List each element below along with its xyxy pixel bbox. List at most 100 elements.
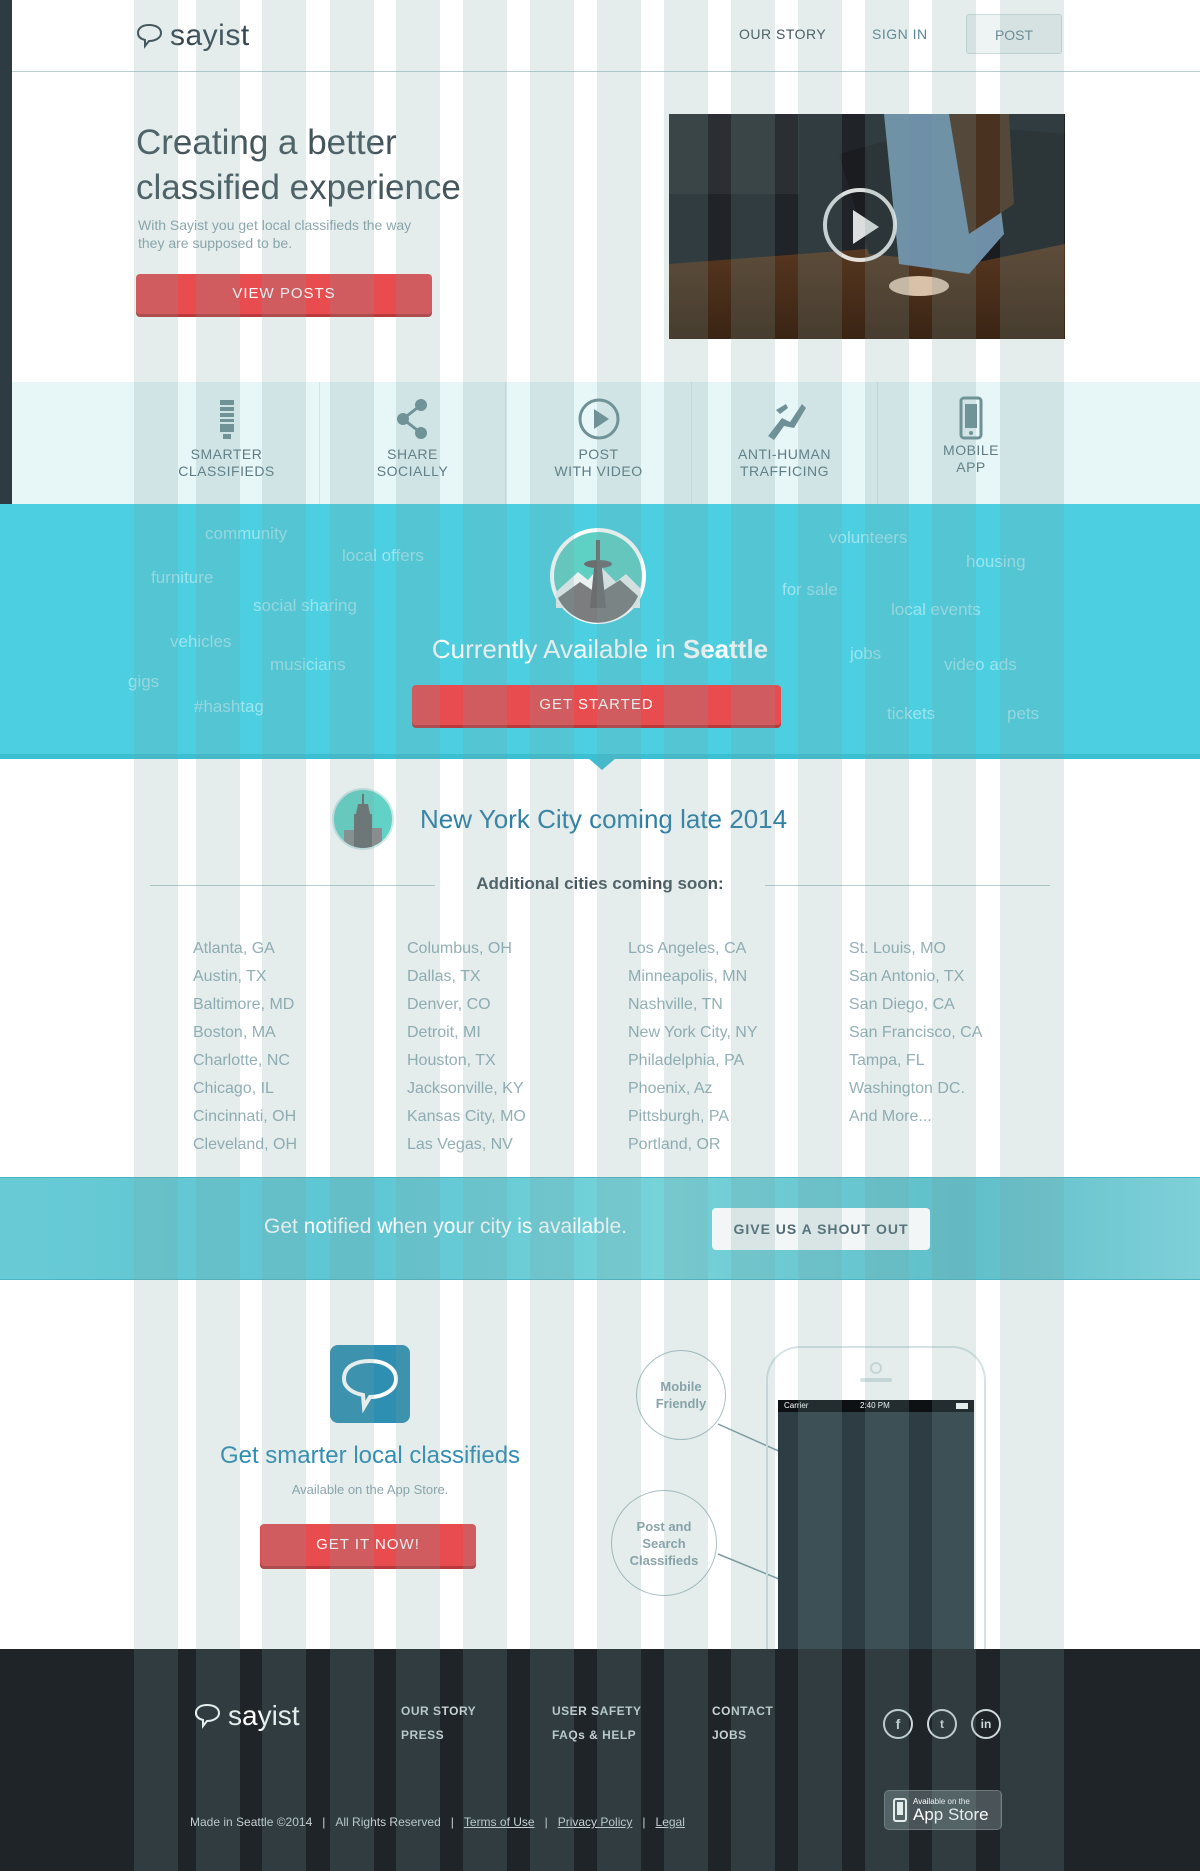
city-item: San Diego, CA xyxy=(849,996,955,1013)
speech-bubble-icon xyxy=(194,1703,221,1729)
feature-label-line1: POST xyxy=(578,446,619,462)
divider-right xyxy=(765,885,1050,886)
hero-subtitle-line1: With Sayist you get local classifieds th… xyxy=(138,217,412,233)
get-started-button[interactable]: GET STARTED xyxy=(412,685,781,725)
footer-link-user-safety[interactable]: USER SAFETY xyxy=(552,1704,642,1718)
city-item: Cleveland, OH xyxy=(193,1136,298,1153)
footer-link-contact[interactable]: CONTACT xyxy=(712,1704,773,1718)
city-item: Boston, MA xyxy=(193,1024,276,1041)
tag-word: tickets xyxy=(887,704,936,723)
shout-out-button[interactable]: GIVE US A SHOUT OUT xyxy=(712,1208,930,1250)
footer-legal: Made in Seattle ©2014 | All Rights Reserve… xyxy=(190,1815,685,1829)
appstore-big-text: App Store xyxy=(913,1804,989,1824)
tag-word: #hashtag xyxy=(194,697,264,716)
speech-bubble-icon xyxy=(136,23,163,49)
callout-line: Friendly xyxy=(655,1396,707,1411)
available-prefix: Currently Available in xyxy=(431,634,676,664)
footer xyxy=(0,1649,1200,1871)
feature-share-socially: SHARE SOCIALLY xyxy=(320,382,506,504)
play-icon[interactable] xyxy=(823,188,897,262)
callout-line: Post and xyxy=(636,1518,692,1534)
tag-word: for sale xyxy=(782,580,838,599)
nyc-coming-text: New York City coming late 2014 xyxy=(420,804,788,834)
city-item: Chicago, IL xyxy=(193,1080,274,1097)
linkedin-icon[interactable]: in xyxy=(971,1709,1001,1739)
city-item: Baltimore, MD xyxy=(193,996,295,1013)
brand-logo[interactable]: sayist xyxy=(134,16,250,56)
city-column-2: Columbus, OH Dallas, TX Denver, CO Detro… xyxy=(407,935,526,1159)
grid-overlay-column xyxy=(530,0,574,1871)
city-item: Nashville, TN xyxy=(628,996,723,1013)
tag-word: gigs xyxy=(128,672,160,691)
rights-text: All Rights Reserved xyxy=(335,1815,441,1829)
tag-word: volunteers xyxy=(829,528,908,547)
footer-logo[interactable]: sayist xyxy=(192,1700,300,1732)
tag-word: housing xyxy=(966,552,1026,571)
space-needle-badge xyxy=(550,528,646,624)
tag-word: video ads xyxy=(944,655,1017,674)
phone-status-bar: Carrier 2:40 PM xyxy=(778,1400,974,1412)
callout-post-and-search: Post and Search Classifieds xyxy=(611,1490,717,1596)
footer-link-jobs[interactable]: JOBS xyxy=(712,1728,747,1742)
battery-icon xyxy=(956,1403,968,1409)
feature-label-line2: SOCIALLY xyxy=(376,463,449,479)
speech-bubble-icon xyxy=(341,1358,399,1414)
city-item: Kansas City, MO xyxy=(407,1108,526,1125)
city-item: San Francisco, CA xyxy=(849,1024,983,1041)
tag-word: local offers xyxy=(342,546,424,565)
seattle-band-pointer xyxy=(588,758,616,770)
feature-label-line1: ANTI-HUMAN xyxy=(738,446,831,462)
feature-post-with-video: POST WITH VIDEO xyxy=(506,382,692,504)
empire-state-building-icon xyxy=(344,794,382,848)
feature-label-line2: WITH VIDEO xyxy=(554,463,643,479)
feature-label-line1: SMARTER xyxy=(190,446,263,462)
empire-state-badge xyxy=(332,788,394,850)
city-column-1: Atlanta, GA Austin, TX Baltimore, MD Bos… xyxy=(193,935,297,1159)
city-item: Dallas, TX xyxy=(407,968,481,985)
app-store-badge[interactable]: Available on the App Store xyxy=(884,1790,1002,1830)
feature-label-line2: APP xyxy=(956,459,986,475)
facebook-icon[interactable]: f xyxy=(883,1709,913,1739)
city-item: Columbus, OH xyxy=(407,940,512,957)
city-item: Jacksonville, KY xyxy=(407,1080,524,1097)
hero-title-line1: Creating a better xyxy=(136,123,397,162)
city-item: Denver, CO xyxy=(407,996,491,1013)
share-icon xyxy=(396,399,427,439)
app-subtitle: Available on the App Store. xyxy=(291,1482,449,1497)
tag-word: social sharing xyxy=(253,596,357,615)
footer-link-our-story[interactable]: OUR STORY xyxy=(401,1704,476,1718)
terms-link[interactable]: Terms of Use xyxy=(464,1815,535,1829)
get-it-now-button[interactable]: GET IT NOW! xyxy=(260,1524,476,1566)
callout-line: Mobile xyxy=(660,1379,702,1394)
city-item: Houston, TX xyxy=(407,1052,496,1069)
city-column-3: Los Angeles, CA Minneapolis, MN Nashvill… xyxy=(628,935,758,1159)
phone-icon xyxy=(893,1798,907,1822)
hero-video[interactable] xyxy=(669,114,1065,339)
city-item: Atlanta, GA xyxy=(193,940,275,957)
footer-brand-name: sayist xyxy=(228,1700,300,1731)
callout-mobile-friendly: Mobile Friendly xyxy=(636,1350,726,1440)
nav-our-story[interactable]: OUR STORY xyxy=(739,26,826,42)
sayist-app-icon[interactable] xyxy=(330,1345,410,1423)
brand-name: sayist xyxy=(170,19,250,52)
tag-word: local events xyxy=(891,600,981,619)
feature-anti-human-trafficing: ANTI-HUMAN TRAFFICING xyxy=(692,382,878,504)
phone-screen xyxy=(778,1400,974,1656)
legal-link[interactable]: Legal xyxy=(656,1815,685,1829)
view-posts-button[interactable]: VIEW POSTS xyxy=(136,274,432,314)
city-item[interactable]: And More... xyxy=(849,1103,982,1131)
mobile-phone-icon xyxy=(959,396,983,440)
post-button[interactable]: POST xyxy=(966,14,1062,54)
city-item: Minneapolis, MN xyxy=(628,968,748,985)
twitter-icon[interactable]: t xyxy=(927,1709,957,1739)
footer-link-faqs[interactable]: FAQs & HELP xyxy=(552,1728,636,1742)
notify-text: Get notified when your city is available… xyxy=(264,1215,628,1238)
city-item: Phoenix, Az xyxy=(628,1080,713,1097)
privacy-link[interactable]: Privacy Policy xyxy=(558,1815,633,1829)
footer-link-press[interactable]: PRESS xyxy=(401,1728,444,1742)
hero-title: Creating a better classified experience xyxy=(136,120,656,210)
city-item: Los Angeles, CA xyxy=(628,940,747,957)
tag-word: vehicles xyxy=(170,632,232,651)
nav-sign-in[interactable]: SIGN IN xyxy=(872,26,928,42)
city-item: Austin, TX xyxy=(193,968,267,985)
